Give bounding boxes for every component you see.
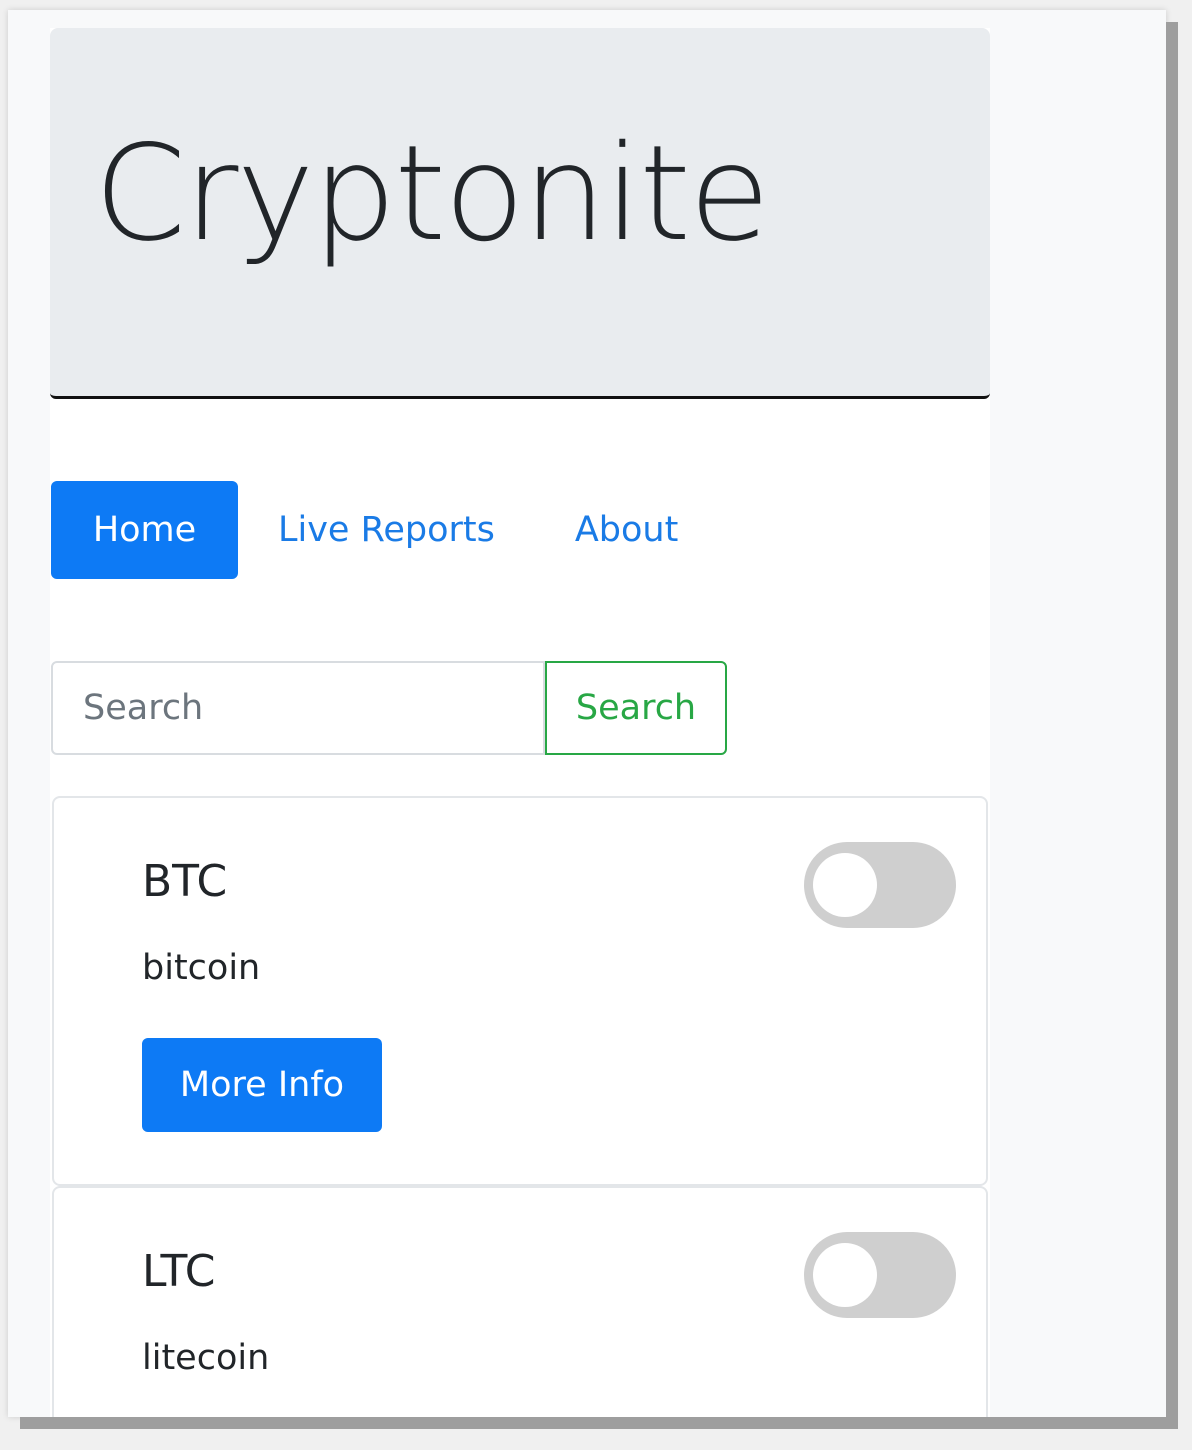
search-input[interactable] [51, 661, 545, 755]
nav-about-tab[interactable]: About [575, 481, 678, 579]
coin-toggle-switch[interactable] [804, 1232, 956, 1318]
toggle-knob [813, 853, 877, 917]
nav-live-reports-tab[interactable]: Live Reports [278, 481, 495, 579]
jumbotron-header: Cryptonite [50, 28, 990, 399]
toggle-knob [813, 1243, 877, 1307]
coin-toggle-switch[interactable] [804, 842, 956, 928]
coin-name: litecoin [142, 1338, 270, 1378]
coin-symbol: BTC [142, 856, 228, 907]
page-title: Cryptonite [94, 117, 770, 271]
nav-home-tab[interactable]: Home [51, 481, 238, 579]
search-button[interactable]: Search [545, 661, 727, 755]
search-bar: Search [51, 661, 727, 755]
coin-name: bitcoin [142, 948, 261, 988]
coin-symbol: LTC [142, 1246, 216, 1297]
coin-card-ltc: LTC litecoin [52, 1186, 988, 1417]
nav-pills: Home Live Reports About [51, 481, 678, 579]
page: Cryptonite Home Live Reports About Searc… [50, 28, 990, 1417]
more-info-button[interactable]: More Info [142, 1038, 382, 1132]
browser-viewport: Cryptonite Home Live Reports About Searc… [8, 10, 1166, 1417]
coin-card-btc: BTC bitcoin More Info [52, 796, 988, 1186]
